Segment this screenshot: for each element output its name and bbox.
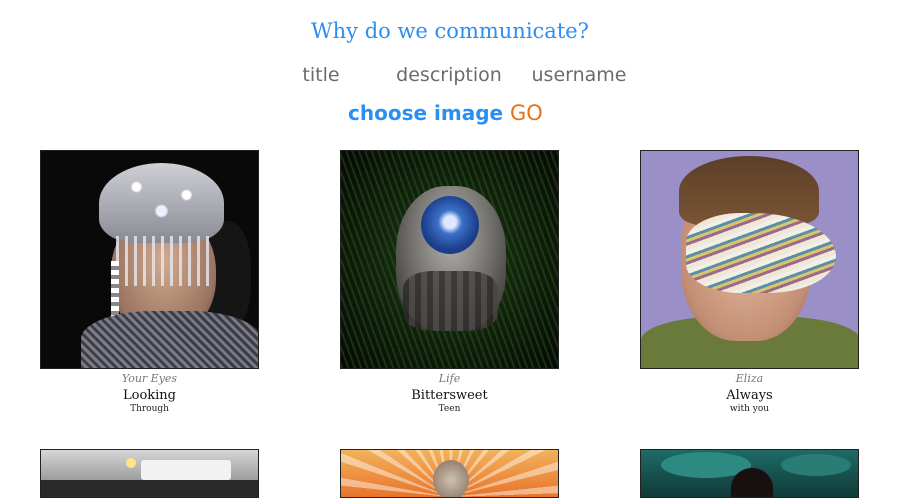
form-actions: choose image GO bbox=[0, 101, 900, 129]
crystal-headpiece-portrait-image[interactable] bbox=[40, 150, 259, 369]
card-description: Looking bbox=[122, 388, 176, 403]
card-description: Always bbox=[726, 388, 773, 403]
gallery-card: Life Bittersweet Teen bbox=[340, 150, 559, 414]
post-form bbox=[0, 62, 900, 88]
page-heading: Why do we communicate? bbox=[311, 19, 589, 43]
card-title: Your Eyes bbox=[121, 372, 178, 385]
gallery-card bbox=[640, 449, 859, 498]
title-input[interactable] bbox=[286, 62, 356, 88]
storefront-image[interactable] bbox=[40, 449, 259, 498]
gallery-card: Your Eyes Looking Through bbox=[40, 150, 259, 414]
username-input[interactable] bbox=[528, 62, 630, 88]
card-title: Eliza bbox=[735, 372, 764, 385]
gallery-card bbox=[340, 449, 559, 498]
description-input[interactable] bbox=[392, 62, 506, 88]
card-username: Teen bbox=[438, 404, 461, 414]
choose-image-button[interactable]: choose image bbox=[348, 101, 503, 125]
card-description: Bittersweet bbox=[411, 388, 488, 403]
paint-stroke-portrait-image[interactable] bbox=[640, 150, 859, 369]
orange-rays-figure-image[interactable] bbox=[340, 449, 559, 498]
gallery-card bbox=[40, 449, 259, 498]
card-username: with you bbox=[729, 404, 770, 414]
gallery-card: Eliza Always with you bbox=[640, 150, 859, 414]
teal-leaves-portrait-image[interactable] bbox=[640, 449, 859, 498]
figure-on-grass-image[interactable] bbox=[340, 150, 559, 369]
card-username: Through bbox=[130, 404, 169, 414]
go-button[interactable]: GO bbox=[510, 101, 543, 125]
card-title: Life bbox=[438, 372, 461, 385]
